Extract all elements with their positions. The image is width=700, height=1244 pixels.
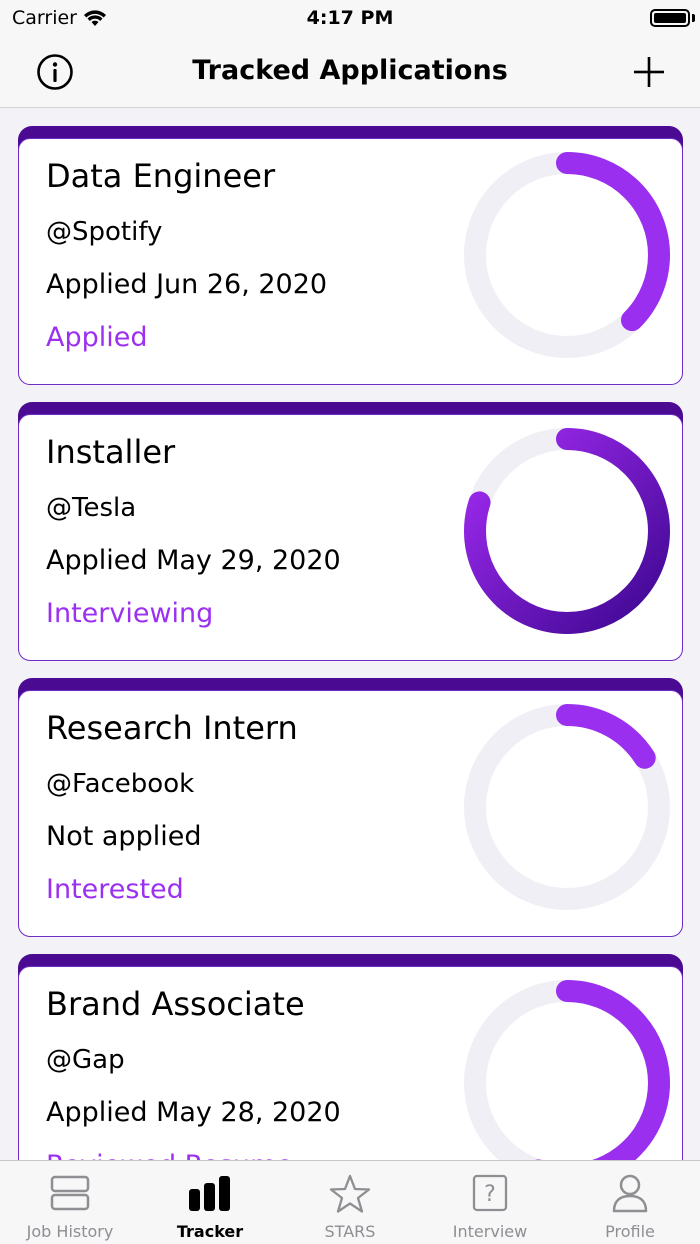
tab-stars[interactable]: STARS xyxy=(280,1161,420,1244)
company-name: @Tesla xyxy=(46,493,137,523)
tab-profile[interactable]: Profile xyxy=(560,1161,700,1244)
status-time: 4:17 PM xyxy=(306,7,394,29)
application-status: Interested xyxy=(46,874,184,905)
application-card[interactable]: Installer @Tesla Applied May 29, 2020 In… xyxy=(18,402,683,661)
job-title: Data Engineer xyxy=(46,157,276,195)
card-body: Research Intern @Facebook Not applied In… xyxy=(18,690,683,937)
star-icon xyxy=(329,1174,371,1213)
tab-label: Profile xyxy=(605,1222,655,1241)
applied-date: Applied May 29, 2020 xyxy=(46,545,341,576)
application-card[interactable]: Research Intern @Facebook Not applied In… xyxy=(18,678,683,937)
tab-label: Interview xyxy=(452,1222,528,1241)
company-name: @Facebook xyxy=(46,769,195,799)
progress-ring xyxy=(464,152,670,358)
bar-chart-icon xyxy=(189,1176,230,1211)
tab-interview[interactable]: ? Interview xyxy=(420,1161,560,1244)
applied-date: Applied May 28, 2020 xyxy=(46,1097,341,1128)
job-title: Brand Associate xyxy=(46,985,305,1023)
company-name: @Gap xyxy=(46,1045,125,1075)
job-title: Installer xyxy=(46,433,176,471)
applications-list[interactable]: Data Engineer @Spotify Applied Jun 26, 2… xyxy=(18,126,683,1230)
company-name: @Spotify xyxy=(46,217,163,247)
tab-bar: Job History Tracker STARS ? Interview Pr… xyxy=(0,1160,700,1244)
battery-tip xyxy=(692,14,695,22)
card-body: Installer @Tesla Applied May 29, 2020 In… xyxy=(18,414,683,661)
status-bar: Carrier 4:17 PM xyxy=(0,0,700,36)
battery-icon xyxy=(650,9,690,27)
question-icon: ? xyxy=(472,1174,508,1212)
application-status: Applied xyxy=(46,322,148,353)
navigation-bar: Tracked Applications xyxy=(0,36,700,108)
application-status: Interviewing xyxy=(46,598,214,629)
applied-date: Applied Jun 26, 2020 xyxy=(46,269,328,300)
card-body: Data Engineer @Spotify Applied Jun 26, 2… xyxy=(18,138,683,385)
page-title: Tracked Applications xyxy=(192,55,508,86)
tab-label: STARS xyxy=(324,1222,376,1241)
progress-ring xyxy=(464,428,670,634)
job-title: Research Intern xyxy=(46,709,298,747)
tab-tracker[interactable]: Tracker xyxy=(140,1161,280,1244)
tab-label: Job History xyxy=(26,1222,114,1241)
tab-label: Tracker xyxy=(176,1222,244,1241)
application-card[interactable]: Data Engineer @Spotify Applied Jun 26, 2… xyxy=(18,126,683,385)
person-icon xyxy=(612,1174,648,1213)
svg-text:?: ? xyxy=(484,1182,496,1207)
progress-ring xyxy=(464,704,670,910)
applied-date: Not applied xyxy=(46,821,202,852)
job-history-icon xyxy=(50,1175,90,1211)
plus-icon[interactable] xyxy=(632,55,666,89)
progress-ring xyxy=(464,980,670,1186)
tab-job-history[interactable]: Job History xyxy=(0,1161,140,1244)
